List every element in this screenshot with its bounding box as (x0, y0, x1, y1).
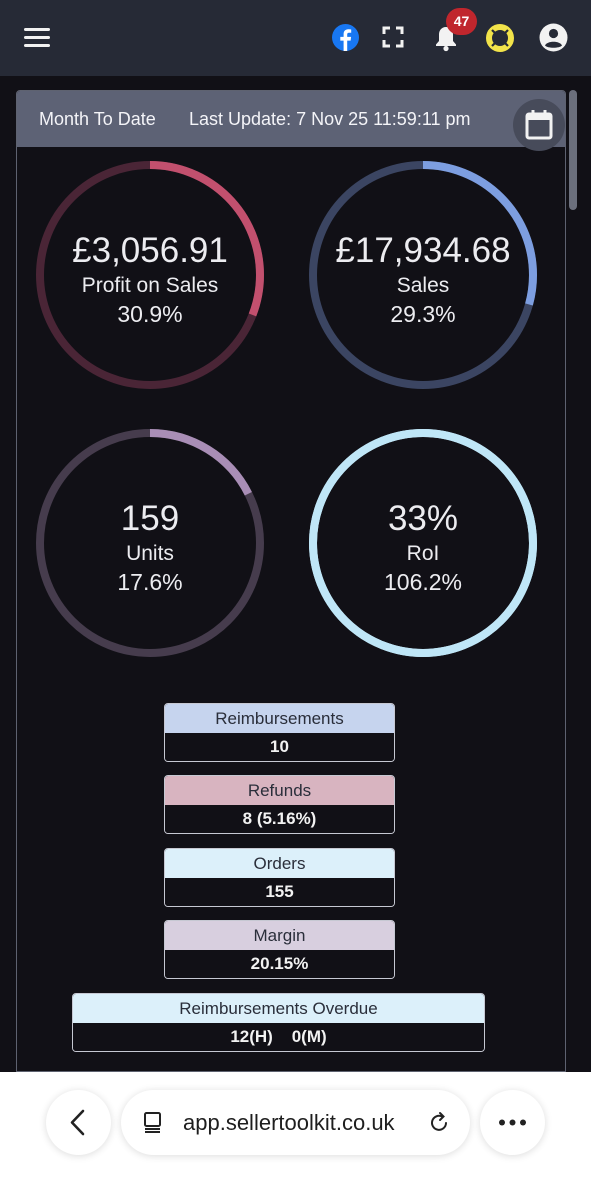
profit-label: Profit on Sales (81, 274, 219, 297)
top-app-bar: 47 (0, 0, 591, 76)
units-label: Units (126, 542, 174, 565)
facebook-icon[interactable] (332, 24, 359, 51)
profit-value: £3,056.91 (72, 231, 228, 270)
sales-value: £17,934.68 (335, 231, 511, 270)
notification-badge: 47 (446, 8, 477, 35)
scrollbar[interactable] (569, 90, 577, 210)
stat-label: Refunds (165, 776, 394, 805)
sales-gauge[interactable]: £17,934.68 Sales 29.3% (303, 155, 543, 395)
menu-icon[interactable] (24, 28, 50, 48)
roi-gauge[interactable]: 33% RoI 106.2% (303, 423, 543, 663)
more-button[interactable] (480, 1090, 545, 1155)
back-button[interactable] (46, 1090, 111, 1155)
units-percent: 17.6% (117, 569, 183, 595)
address-bar[interactable]: app.sellertoolkit.co.uk (121, 1090, 470, 1155)
units-gauge[interactable]: 159 Units 17.6% (30, 423, 270, 663)
calendar-icon (525, 110, 553, 140)
stat-label: Orders (165, 849, 394, 878)
profit-percent: 30.9% (117, 301, 183, 327)
calendar-button[interactable] (513, 99, 565, 151)
stat-value: 10 (165, 733, 394, 761)
profit-gauge[interactable]: £3,056.91 Profit on Sales 30.9% (30, 155, 270, 395)
stat-value: 155 (165, 878, 394, 906)
last-update-label: Last Update: 7 Nov 25 11:59:11 pm (189, 109, 471, 129)
stat-value: 12(H) 0(M) (73, 1023, 484, 1051)
period-label: Month To Date (39, 109, 156, 129)
stat-label: Reimbursements Overdue (73, 994, 484, 1023)
fullscreen-icon[interactable] (382, 26, 404, 48)
stat-label: Margin (165, 921, 394, 950)
stat-label: Reimbursements (165, 704, 394, 733)
refunds-card[interactable]: Refunds 8 (5.16%) (164, 775, 395, 834)
reload-icon[interactable] (427, 1110, 451, 1134)
roi-percent: 106.2% (383, 569, 462, 595)
reimbursements-overdue-card[interactable]: Reimbursements Overdue 12(H) 0(M) (72, 993, 485, 1052)
units-value: 159 (120, 499, 180, 538)
more-icon (499, 1119, 526, 1126)
sales-percent: 29.3% (390, 301, 456, 327)
margin-card[interactable]: Margin 20.15% (164, 920, 395, 979)
user-icon[interactable] (539, 23, 568, 52)
orders-card[interactable]: Orders 155 (164, 848, 395, 907)
reimbursements-card[interactable]: Reimbursements 10 (164, 703, 395, 762)
tabs-icon[interactable] (141, 1110, 165, 1134)
roi-value: 33% (387, 499, 459, 538)
stat-value: 20.15% (165, 950, 394, 978)
help-icon[interactable] (486, 24, 514, 52)
back-icon (70, 1109, 85, 1136)
url-text[interactable]: app.sellertoolkit.co.uk (183, 1110, 395, 1136)
panel-header: Month To Date Last Update: 7 Nov 25 11:5… (17, 91, 565, 151)
roi-label: RoI (406, 542, 440, 565)
dashboard-panel: Month To Date Last Update: 7 Nov 25 11:5… (16, 90, 566, 1072)
sales-label: Sales (396, 274, 450, 297)
stat-value: 8 (5.16%) (165, 805, 394, 833)
